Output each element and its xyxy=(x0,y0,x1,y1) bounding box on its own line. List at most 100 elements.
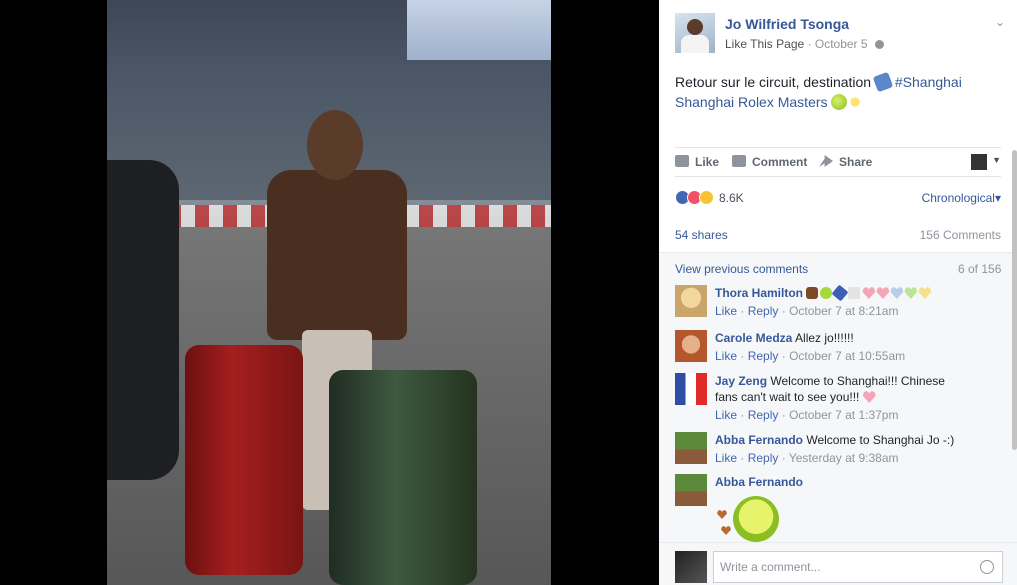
meta-dot: · xyxy=(740,304,745,318)
comment-reply-link[interactable]: Reply xyxy=(748,349,779,363)
post-as-avatar[interactable] xyxy=(971,154,987,170)
comments-pager: 6 of 156 xyxy=(958,262,1002,276)
comment-reply-link[interactable]: Reply xyxy=(748,408,779,422)
view-previous-comments-link[interactable]: View previous comments xyxy=(675,262,808,276)
share-button[interactable]: Share xyxy=(819,155,872,169)
meta-dot: · xyxy=(781,349,786,363)
chevron-down-icon: ▾ xyxy=(994,191,1001,205)
comment-button[interactable]: Comment xyxy=(732,155,807,169)
sparkles-emoji-icon xyxy=(847,94,864,110)
post-header: Jo Wilfried Tsonga Like This Page · Octo… xyxy=(675,13,1005,57)
comment-like-link[interactable]: Like xyxy=(715,304,737,318)
comment-input-box[interactable] xyxy=(713,551,1003,583)
photo-car xyxy=(107,160,179,480)
tennis-ball-emoji-icon xyxy=(831,94,848,110)
photo-red-suitcase xyxy=(185,345,303,575)
sticker-heart-icon xyxy=(721,526,731,535)
comment-reply-link[interactable]: Reply xyxy=(748,304,779,318)
post-meta: Like This Page · October 5 xyxy=(725,37,884,51)
post-text-lead: Retour sur le circuit, destination xyxy=(675,74,872,90)
commenter-name[interactable]: Abba Fernando xyxy=(715,475,803,489)
emoji-picker-icon[interactable] xyxy=(980,560,994,574)
haha-reaction-icon xyxy=(699,190,714,205)
commenter-name[interactable]: Thora Hamilton xyxy=(715,286,803,300)
comment-meta: Like · Reply · October 7 at 1:37pm xyxy=(715,407,965,423)
comment-label: Comment xyxy=(752,155,808,169)
comment-text: Welcome to Shanghai Jo -:) xyxy=(806,433,955,447)
comments-section: View previous comments 6 of 156 Thora Ha… xyxy=(659,252,1017,542)
photo-viewer xyxy=(0,0,659,585)
photo-green-suitcase xyxy=(329,370,477,585)
comment-composer xyxy=(659,542,1017,585)
panel-scrollbar[interactable] xyxy=(1012,150,1017,450)
comment-meta: Like · Reply · Yesterday at 9:38am xyxy=(715,450,965,466)
comment-body: Jay Zeng Welcome to Shanghai!!! Chinese … xyxy=(715,373,965,423)
post-action-bar: Like Comment Share ▼ xyxy=(675,147,1001,177)
post-options-chevron-icon[interactable]: ⌄ xyxy=(995,15,1005,29)
fist-emoji-icon xyxy=(806,287,819,299)
commenter-avatar[interactable] xyxy=(675,474,707,506)
photo-sky xyxy=(407,0,551,60)
meta-dot: · xyxy=(781,304,786,318)
commenter-name[interactable]: Carole Medza xyxy=(715,331,792,345)
yellow-heart-icon xyxy=(918,287,932,299)
like-page-link[interactable]: Like This Page xyxy=(725,37,804,51)
tennis-ball-sticker-icon xyxy=(733,496,779,542)
post-side-panel: Jo Wilfried Tsonga Like This Page · Octo… xyxy=(659,0,1017,585)
comment-body: Carole Medza Allez jo!!!!!! Like · Reply… xyxy=(715,330,965,364)
reaction-count[interactable]: 8.6K xyxy=(719,191,744,205)
envelope-emoji-icon xyxy=(848,287,861,299)
comment-like-link[interactable]: Like xyxy=(715,408,737,422)
comment-order-label: Chronological xyxy=(921,191,995,205)
comment-input[interactable] xyxy=(714,552,976,582)
hashtag-link[interactable]: #Shanghai xyxy=(895,74,962,90)
tennis-ball-emoji-icon xyxy=(820,287,833,299)
post-message: Retour sur le circuit, destination #Shan… xyxy=(675,71,995,112)
comment-reply-link[interactable]: Reply xyxy=(748,451,779,465)
comment-like-link[interactable]: Like xyxy=(715,349,737,363)
meta-dot: · xyxy=(781,451,786,465)
meta-separator: · xyxy=(807,37,812,51)
reactions-summary[interactable]: 8.6K Chronological▾ xyxy=(675,189,1001,207)
post-date[interactable]: October 5 xyxy=(815,37,868,51)
comment-time[interactable]: Yesterday at 9:38am xyxy=(789,451,899,465)
comment-order-dropdown[interactable]: Chronological▾ xyxy=(922,191,1001,205)
meta-dot: · xyxy=(740,408,745,422)
commenter-avatar[interactable] xyxy=(675,330,707,362)
comment-text: Allez jo!!!!!! xyxy=(795,331,854,345)
shares-link[interactable]: 54 shares xyxy=(675,228,728,242)
pink-heart-icon xyxy=(862,391,876,403)
comment-body: Abba Fernando Welcome to Shanghai Jo -:)… xyxy=(715,432,965,466)
thumbs-up-icon xyxy=(675,155,689,167)
shares-row: 54 shares 156 Comments xyxy=(675,228,1001,244)
sticker-image[interactable] xyxy=(715,496,779,548)
commenter-avatar[interactable] xyxy=(675,373,707,405)
meta-dot: · xyxy=(740,349,745,363)
comment-time[interactable]: October 7 at 10:55am xyxy=(789,349,905,363)
commenter-avatar[interactable] xyxy=(675,432,707,464)
like-button[interactable]: Like xyxy=(675,155,719,169)
comment-time[interactable]: October 7 at 1:37pm xyxy=(789,408,898,422)
commenter-name[interactable]: Abba Fernando xyxy=(715,433,803,447)
meta-dot: · xyxy=(781,408,786,422)
airplane-emoji-icon xyxy=(872,71,894,93)
commenter-avatar[interactable] xyxy=(675,285,707,317)
blue-heart-icon xyxy=(890,287,904,299)
racket-emoji-icon xyxy=(831,284,849,302)
current-user-avatar xyxy=(675,551,707,583)
pink-heart-icon xyxy=(876,287,890,299)
comment-time[interactable]: October 7 at 8:21am xyxy=(789,304,898,318)
event-link[interactable]: Shanghai Rolex Masters xyxy=(675,94,828,110)
globe-icon xyxy=(874,40,884,49)
like-label: Like xyxy=(695,155,720,169)
post-photo[interactable] xyxy=(107,0,551,585)
photo-head xyxy=(307,110,363,180)
pink-heart-icon xyxy=(862,287,876,299)
comment-body: Abba Fernando xyxy=(715,474,965,490)
comment-body: Thora Hamilton Like · Reply · October 7 … xyxy=(715,284,965,319)
commenter-name[interactable]: Jay Zeng xyxy=(715,374,767,388)
page-avatar[interactable] xyxy=(675,13,715,53)
post-as-chevron-icon[interactable]: ▼ xyxy=(992,155,1001,165)
comment-like-link[interactable]: Like xyxy=(715,451,737,465)
page-name-link[interactable]: Jo Wilfried Tsonga xyxy=(725,16,849,32)
